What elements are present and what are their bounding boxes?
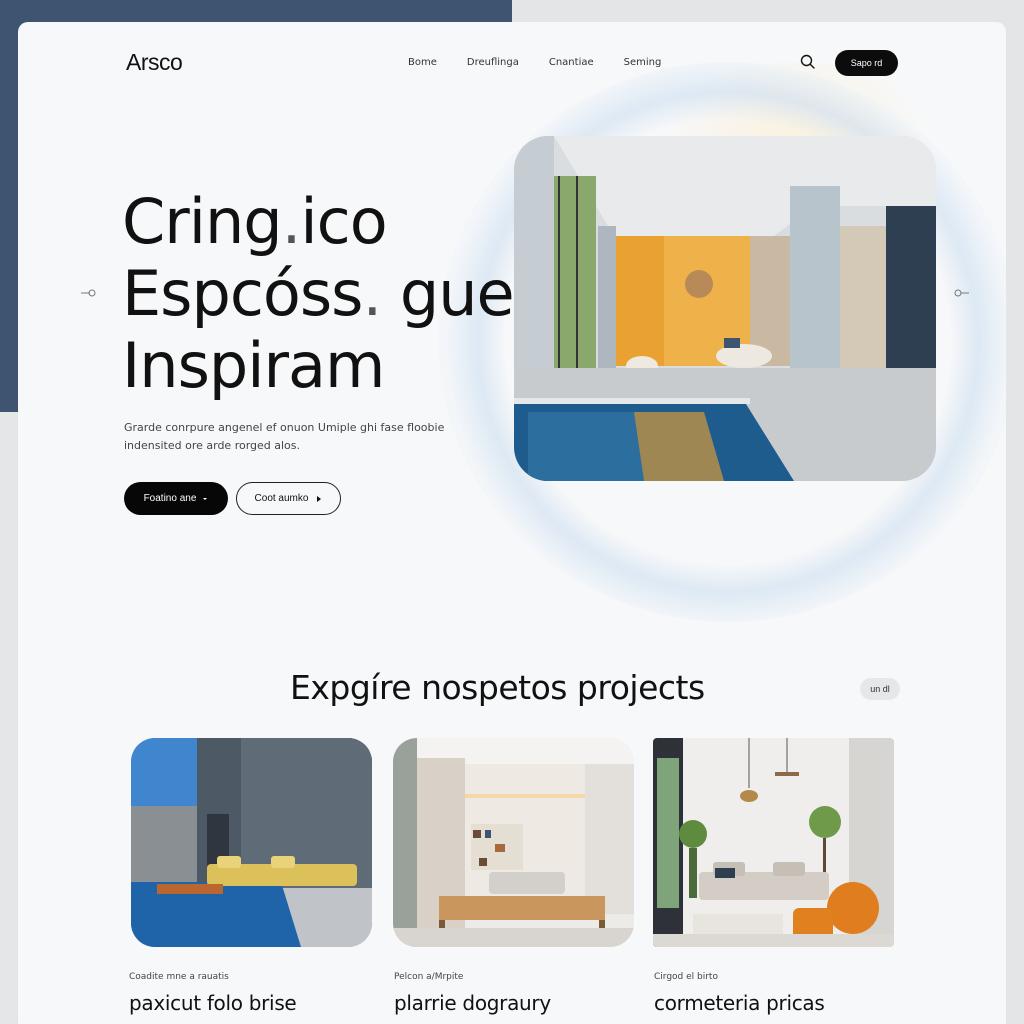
project-title-3[interactable]: cormeteria pricas bbox=[654, 991, 825, 1015]
landing-page-card: Arsco Bome Dreuflinga Cnantiae Seming Sa… bbox=[18, 22, 1006, 1024]
hero-description: Grarde conrpure angenel ef onuon Umiple … bbox=[124, 419, 454, 455]
brand-logo[interactable]: Arsco bbox=[126, 49, 183, 76]
section-filter-pill[interactable]: un dl bbox=[860, 678, 900, 700]
project-card-image-1[interactable] bbox=[131, 738, 372, 947]
arrow-right-icon bbox=[316, 495, 322, 503]
carousel-next-icon[interactable] bbox=[954, 288, 970, 298]
search-icon[interactable] bbox=[799, 53, 817, 71]
hero-primary-button[interactable]: Foatino ane bbox=[124, 482, 228, 515]
project-meta-3: Cirgod el birto bbox=[654, 972, 718, 982]
hero-heading-line-3: Inspiram bbox=[122, 329, 385, 402]
hero-line2-dot: . bbox=[362, 257, 382, 330]
hero-secondary-label: Coot aumko bbox=[254, 493, 309, 504]
hero-primary-label: Foatino ane bbox=[143, 493, 197, 504]
section-title: Expgíre nospetos projects bbox=[290, 668, 705, 707]
hero-line1-b: ico bbox=[300, 185, 387, 258]
nav-item-3[interactable]: Cnantiae bbox=[549, 57, 594, 68]
project-meta-1: Coadite mne a rauatis bbox=[129, 972, 229, 982]
hero-heading-line-1: Cring.ico bbox=[122, 186, 514, 258]
hero-line1-dot: . bbox=[281, 185, 302, 258]
project-title-2[interactable]: plarrie dograury bbox=[394, 991, 551, 1015]
nav-item-4[interactable]: Seming bbox=[624, 57, 662, 68]
hero-heading: Cring.ico Espcóss. gue Inspiram bbox=[122, 186, 515, 402]
carousel-prev-icon[interactable] bbox=[80, 288, 96, 298]
hero-description-line-2: indensited ore arde rorged alos. bbox=[124, 439, 301, 452]
hero-description-line-1: Grarde conrpure angenel ef onuon Umiple … bbox=[124, 421, 445, 434]
header-cta-button[interactable]: Sapo rd bbox=[835, 50, 898, 76]
main-nav: Bome Dreuflinga Cnantiae Seming bbox=[408, 57, 691, 68]
project-meta-2: Pelcon a/Mrpite bbox=[394, 972, 464, 982]
project-card-image-2[interactable] bbox=[393, 738, 634, 947]
hero-secondary-button[interactable]: Coot aumko bbox=[236, 482, 341, 515]
hero-line2-b: gue bbox=[381, 257, 515, 330]
nav-item-2[interactable]: Dreuflinga bbox=[467, 57, 519, 68]
project-card-image-3[interactable] bbox=[653, 738, 894, 947]
project-title-1[interactable]: paxicut folo brise bbox=[129, 991, 297, 1015]
hero-heading-line-2: Espcóss. gue bbox=[122, 257, 515, 330]
chevron-down-icon bbox=[202, 496, 208, 502]
hero-interior-image bbox=[514, 136, 936, 481]
nav-item-home[interactable]: Bome bbox=[408, 57, 437, 68]
hero-line1-a: Cring bbox=[122, 185, 283, 258]
hero-line2-a: Espcóss bbox=[122, 257, 363, 330]
